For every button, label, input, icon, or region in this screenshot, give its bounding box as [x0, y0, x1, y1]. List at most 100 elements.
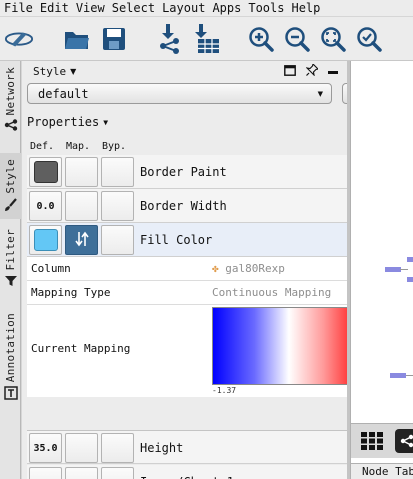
tab-annotation-label: Annotation	[4, 313, 17, 383]
tab-filter[interactable]: Filter	[0, 229, 21, 299]
open-folder-icon[interactable]	[62, 24, 92, 54]
property-name: Height	[140, 441, 184, 455]
network-canvas[interactable]: Node Tab	[350, 61, 413, 479]
border-paint-swatch	[33, 161, 58, 183]
col-map: Map.	[66, 141, 91, 152]
fill-color-swatch	[33, 229, 58, 251]
menu-layout[interactable]: Layout	[162, 0, 205, 16]
col-byp: Byp.	[102, 141, 127, 152]
property-row-height: 35.0 Height	[27, 430, 347, 464]
zoom-selected-icon[interactable]	[354, 24, 384, 54]
network-node[interactable]	[390, 373, 406, 378]
def-cell[interactable]	[29, 467, 62, 479]
byp-cell[interactable]	[101, 191, 134, 221]
def-cell[interactable]: 35.0	[29, 433, 62, 463]
map-cell[interactable]	[65, 225, 98, 255]
property-row-border-paint: Border Paint	[27, 155, 347, 189]
menu-view[interactable]: View	[76, 0, 105, 16]
mapping-type-label: Mapping Type	[31, 286, 111, 299]
zoom-in-icon[interactable]	[246, 24, 276, 54]
annotation-icon	[3, 386, 18, 403]
def-cell[interactable]	[29, 157, 62, 187]
style-panel: Style ▼ default ▼ Properties ▼ Def. Map.…	[22, 61, 347, 479]
gradient-min-value: -1.37	[212, 386, 237, 395]
mapping-type-row: Mapping Type Continuous Mapping	[27, 281, 347, 305]
menu-apps[interactable]: Apps	[212, 0, 241, 16]
float-panel-icon[interactable]	[284, 65, 296, 79]
tab-style[interactable]: Style	[0, 153, 21, 219]
byp-cell[interactable]	[101, 433, 134, 463]
network-node[interactable]	[407, 257, 413, 262]
menu-help[interactable]: Help	[291, 0, 320, 16]
tab-annotation[interactable]: Annotation	[0, 313, 21, 413]
menu-edit[interactable]: Edit	[40, 0, 69, 16]
property-name: Image/Chart 1	[140, 465, 234, 479]
map-cell[interactable]	[65, 191, 98, 221]
menu-file[interactable]: File	[4, 0, 33, 16]
node-table-tab[interactable]: Node Tab	[351, 463, 413, 479]
property-row-fill-color: Fill Color	[27, 223, 347, 257]
panel-title[interactable]: Style	[33, 65, 66, 78]
minimize-icon[interactable]	[328, 71, 338, 74]
panel-header: Style ▼	[22, 61, 347, 81]
menu-select[interactable]: Select	[112, 0, 155, 16]
grid-view-icon[interactable]	[361, 432, 383, 453]
byp-cell[interactable]	[101, 467, 134, 479]
map-cell[interactable]	[65, 157, 98, 187]
mapping-type-value[interactable]: Continuous Mapping	[212, 286, 331, 299]
column-value-text: gal80Rexp	[225, 262, 285, 275]
current-mapping-label: Current Mapping	[31, 342, 131, 355]
property-name: Border Width	[140, 199, 227, 213]
col-def: Def.	[30, 141, 55, 152]
save-icon[interactable]	[99, 24, 129, 54]
puzzle-icon: ✤	[212, 262, 219, 275]
zoom-fit-icon[interactable]	[318, 24, 348, 54]
property-row-image-chart: Image/Chart 1	[27, 465, 347, 479]
zoom-out-icon[interactable]	[282, 24, 312, 54]
menu-bar: File Edit View Select Layout Apps Tools …	[0, 0, 413, 16]
chevron-down-icon[interactable]: ▼	[70, 67, 76, 76]
style-select[interactable]: default ▼	[27, 83, 332, 104]
brush-icon	[4, 197, 18, 215]
tab-network[interactable]: Network	[0, 67, 21, 147]
def-value: 35.0	[33, 442, 58, 454]
continuous-mapping-gradient[interactable]	[212, 307, 347, 385]
network-edge	[400, 269, 408, 270]
tab-network-label: Network	[4, 67, 17, 116]
style-select-value: default	[38, 86, 89, 101]
node-table-tab-label: Node Tab	[362, 465, 413, 478]
byp-cell[interactable]	[101, 225, 134, 255]
map-cell[interactable]	[65, 467, 98, 479]
pin-icon[interactable]	[305, 62, 320, 79]
share-network-button[interactable]	[395, 429, 413, 453]
network-tab-icon	[4, 119, 18, 134]
chevron-down-icon: ▼	[317, 89, 323, 98]
map-cell[interactable]	[65, 433, 98, 463]
mapping-column-row: Column ✤ gal80Rexp	[27, 257, 347, 281]
network-edge	[406, 375, 413, 376]
toolbar	[0, 17, 413, 61]
filter-icon	[4, 275, 17, 290]
side-tabs: Network Style Filter Annotation	[0, 61, 21, 479]
def-value: 0.0	[36, 200, 55, 212]
byp-cell[interactable]	[101, 157, 134, 187]
chevron-down-icon: ▼	[103, 117, 109, 127]
import-network-icon[interactable]	[155, 24, 185, 54]
continuous-mapping-icon	[74, 231, 89, 250]
canvas-bottom-toolbar	[351, 423, 413, 458]
properties-label: Properties	[27, 115, 100, 129]
import-table-icon[interactable]	[192, 24, 222, 54]
property-name: Fill Color	[140, 233, 213, 247]
def-cell[interactable]: 0.0	[29, 191, 62, 221]
properties-menu[interactable]: Properties ▼	[27, 115, 108, 129]
column-value[interactable]: ✤ gal80Rexp	[212, 262, 285, 275]
network-logo-icon[interactable]	[4, 24, 34, 54]
property-row-border-width: 0.0 Border Width	[27, 189, 347, 223]
menu-tools[interactable]: Tools	[248, 0, 284, 16]
network-node[interactable]	[407, 277, 413, 282]
tab-style-label: Style	[4, 159, 17, 194]
network-node[interactable]	[385, 267, 401, 272]
current-mapping-row: Current Mapping -1.37	[27, 305, 347, 397]
property-name: Border Paint	[140, 165, 227, 179]
def-cell[interactable]	[29, 225, 62, 255]
